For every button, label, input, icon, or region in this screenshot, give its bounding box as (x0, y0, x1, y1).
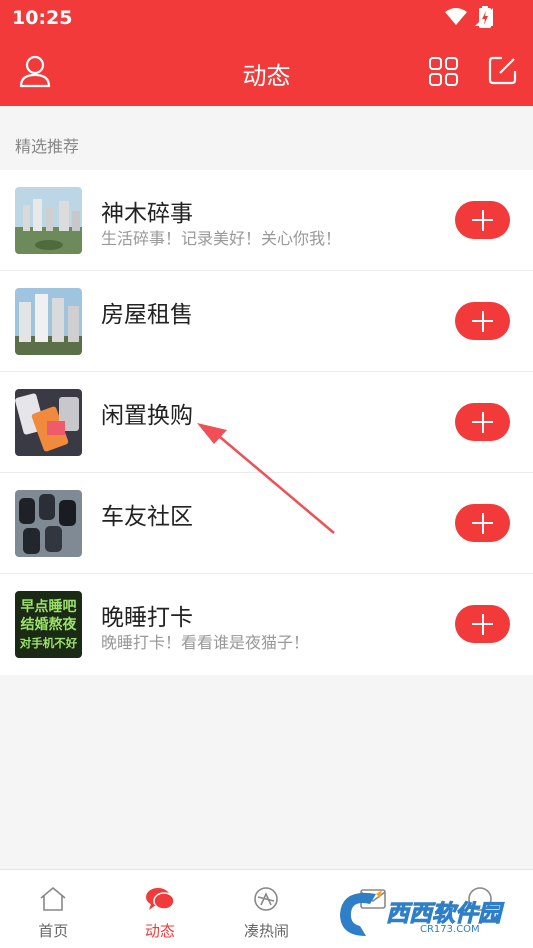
status-bar: 10:25 (0, 0, 533, 36)
tab-trending[interactable]: 凑热闹 (213, 870, 320, 948)
home-icon (40, 886, 66, 911)
list-item[interactable]: 神木碎事 生活碎事！记录美好！关心你我！ (0, 170, 533, 271)
battery-icon (479, 6, 491, 28)
tab-label: 首页 (38, 922, 69, 940)
app-bar: 动态 (0, 36, 533, 106)
edit-icon[interactable] (487, 55, 518, 86)
thumbnail-phones (15, 389, 82, 456)
watermark-logo: 西西软件园 CR173.COM (336, 884, 519, 942)
thumb-text-line: 早点睡吧 (21, 598, 77, 615)
item-subtitle: 晚睡打卡！看看谁是夜猫子！ (101, 633, 310, 652)
tab-label: 动态 (144, 922, 175, 940)
add-button[interactable] (455, 302, 510, 340)
list-item[interactable]: 闲置换购 (0, 372, 533, 473)
compass-icon (254, 887, 279, 911)
item-title: 神木碎事 (101, 201, 193, 227)
tab-label: 凑热闹 (243, 922, 289, 940)
tab-dynamic[interactable]: 动态 (107, 870, 214, 948)
add-button[interactable] (455, 201, 510, 239)
watermark-text: 西西软件园 (386, 901, 502, 928)
grid-icon[interactable] (429, 57, 458, 86)
thumb-text-line: 结婚熬夜 (21, 616, 78, 633)
item-title: 房屋租售 (101, 302, 193, 328)
list-item[interactable]: 早点睡吧 结婚熬夜 对手机不好 晚睡打卡 晚睡打卡！看看谁是夜猫子！ (0, 574, 533, 675)
add-button[interactable] (455, 605, 510, 643)
add-button[interactable] (455, 403, 510, 441)
item-title: 晚睡打卡 (101, 605, 193, 631)
thumbnail-city (15, 187, 82, 254)
watermark-emblem-icon (340, 890, 382, 936)
topic-list: 神木碎事 生活碎事！记录美好！关心你我！ 房屋租售 闲置换购 车友社区 早点睡吧… (0, 170, 533, 675)
list-item[interactable]: 车友社区 (0, 473, 533, 574)
thumbnail-cars (15, 490, 82, 557)
watermark-url: CR173.COM (420, 924, 480, 935)
section-label: 精选推荐 (15, 137, 80, 156)
thumb-text-line: 对手机不好 (20, 636, 78, 650)
wifi-icon (445, 8, 467, 25)
thumbnail-buildings (15, 288, 82, 355)
list-item[interactable]: 房屋租售 (0, 271, 533, 372)
add-button[interactable] (455, 504, 510, 542)
thumbnail-sleep-poster: 早点睡吧 结婚熬夜 对手机不好 (15, 591, 82, 658)
item-title: 闲置换购 (101, 403, 193, 429)
tab-home[interactable]: 首页 (0, 870, 107, 948)
chat-bubbles-icon (145, 888, 175, 910)
item-subtitle: 生活碎事！记录美好！关心你我！ (101, 229, 342, 248)
status-time: 10:25 (12, 7, 73, 29)
item-title: 车友社区 (101, 504, 193, 530)
